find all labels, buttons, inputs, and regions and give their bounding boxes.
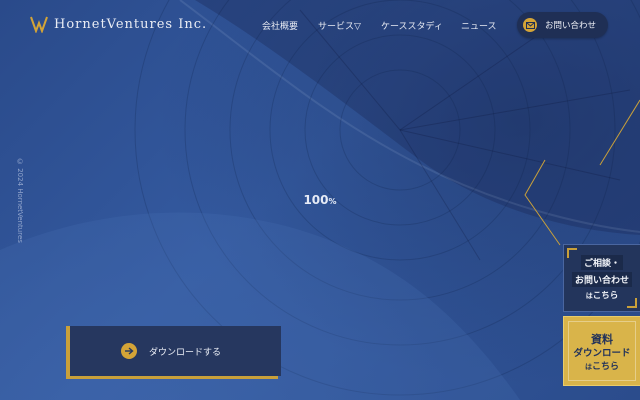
- loading-progress-unit: %: [328, 197, 337, 206]
- side-download-line2: ダウンロード: [573, 348, 631, 359]
- nav-item-news[interactable]: ニュース: [461, 19, 497, 32]
- side-download-tab[interactable]: 資料 ダウンロード はこちら: [563, 316, 640, 386]
- loading-progress: 100%: [300, 193, 340, 207]
- nav-item-company[interactable]: 会社概要: [262, 19, 298, 32]
- w-chevron-logo-icon: [30, 16, 48, 33]
- side-consult-line3-main: こちら: [592, 291, 619, 301]
- loading-progress-value: 100: [303, 193, 329, 207]
- logo-text: HornetVentures Inc.: [54, 16, 208, 32]
- arrow-right-icon: [121, 343, 137, 359]
- logo[interactable]: HornetVentures Inc.: [30, 14, 207, 34]
- side-download-line3: はこちら: [564, 359, 640, 372]
- nav-item-case-study[interactable]: ケーススタディ: [381, 19, 443, 32]
- side-consult-line2: お問い合わせ: [571, 272, 633, 287]
- mail-icon: [523, 18, 537, 32]
- side-consult-line3-small: は: [585, 292, 593, 300]
- side-download-line3-small: は: [584, 363, 592, 371]
- side-consult-tab[interactable]: ご相談・ お問い合わせ はこちら: [563, 244, 640, 312]
- side-consult-line3: はこちら: [564, 289, 640, 301]
- download-button-label: ダウンロードする: [149, 347, 222, 358]
- download-button[interactable]: ダウンロードする: [66, 326, 281, 379]
- side-download-line3-main: こちら: [591, 362, 619, 372]
- contact-button-label: お問い合わせ: [545, 21, 597, 31]
- nav-item-services[interactable]: サービス▽: [318, 19, 361, 32]
- corner-decoration: [567, 248, 577, 258]
- contact-button[interactable]: お問い合わせ: [517, 12, 608, 38]
- side-consult-line1: ご相談・: [580, 255, 624, 270]
- copyright-text: © 2024 HornetVentures: [16, 158, 24, 243]
